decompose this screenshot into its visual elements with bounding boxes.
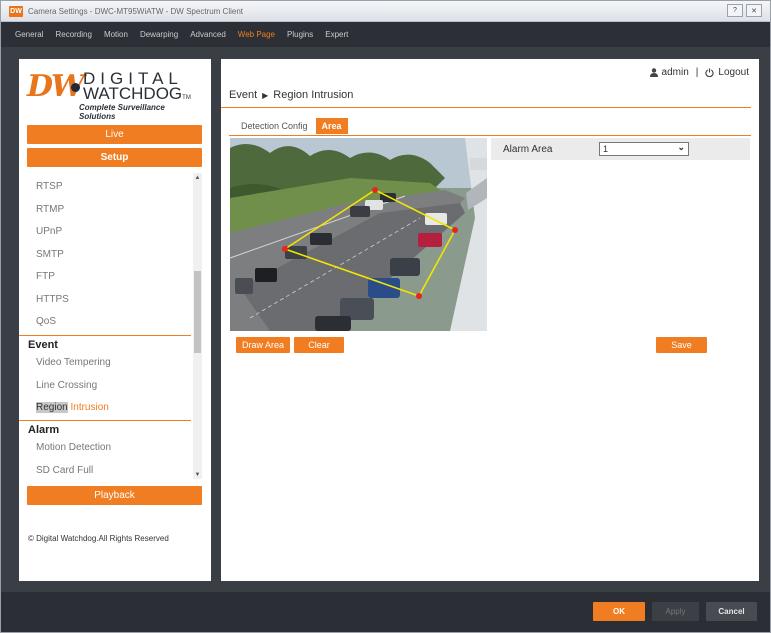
menu-motion[interactable]: Motion xyxy=(104,30,128,39)
menu-dewarping[interactable]: Dewarping xyxy=(140,30,178,39)
close-button[interactable]: ✕ xyxy=(746,4,762,17)
sidebar: DW DIGITAL WATCHDOGTM Complete Surveilla… xyxy=(19,59,211,581)
menu-web-page[interactable]: Web Page xyxy=(238,30,275,39)
logo-line2: WATCHDOGTM xyxy=(83,84,191,103)
breadcrumb: Event ▶ Region Intrusion xyxy=(229,89,353,101)
camera-preview[interactable] xyxy=(230,138,487,331)
setup-nav-list: RTSP RTMP UPnP SMTP FTP HTTPS QoS Event … xyxy=(19,173,194,479)
title-bar: DW Camera Settings - DWC-MT95WiATW - DW … xyxy=(1,1,770,22)
nav-item-line-crossing[interactable]: Line Crossing xyxy=(36,380,97,391)
app-logo-icon: DW xyxy=(9,5,23,17)
nav-item-region-intrusion[interactable]: Region Intrusion xyxy=(36,402,109,413)
scroll-thumb[interactable] xyxy=(194,271,201,353)
logo-tagline: Complete Surveillance Solutions xyxy=(79,103,165,121)
power-icon[interactable] xyxy=(705,68,715,77)
window-title: Camera Settings - DWC-MT95WiATW - DW Spe… xyxy=(28,6,243,16)
tab-bar: Detection Config Area xyxy=(233,118,348,134)
content-area: DW DIGITAL WATCHDOGTM Complete Surveilla… xyxy=(9,47,762,592)
user-icon xyxy=(649,68,658,77)
nav-item-rtsp[interactable]: RTSP xyxy=(36,181,63,192)
cancel-button[interactable]: Cancel xyxy=(706,602,757,621)
tab-detection-config[interactable]: Detection Config xyxy=(233,118,316,134)
save-button[interactable]: Save xyxy=(656,337,707,353)
nav-item-region-part: Region xyxy=(36,402,68,413)
tab-area[interactable]: Area xyxy=(315,118,348,134)
alarm-area-select[interactable]: 1 ⌄ xyxy=(599,142,689,156)
scroll-down-arrow-icon[interactable]: ▼ xyxy=(193,470,202,479)
nav-item-https[interactable]: HTTPS xyxy=(36,294,69,305)
alarm-area-label: Alarm Area xyxy=(503,143,553,155)
menu-expert[interactable]: Expert xyxy=(325,30,348,39)
user-area: admin | Logout xyxy=(649,67,749,78)
breadcrumb-parent: Event xyxy=(229,89,258,101)
scroll-up-arrow-icon[interactable]: ▲ xyxy=(193,173,202,182)
sidebar-scrollbar[interactable]: ▲ ▼ xyxy=(193,173,202,479)
nav-item-rtmp[interactable]: RTMP xyxy=(36,204,64,215)
alarm-area-value: 1 xyxy=(603,144,609,154)
menu-recording[interactable]: Recording xyxy=(55,30,91,39)
breadcrumb-underline xyxy=(221,107,751,108)
copyright-text: © Digital Watchdog.All Rights Reserved xyxy=(28,534,169,543)
username-link[interactable]: admin xyxy=(662,67,689,78)
menu-general[interactable]: General xyxy=(15,30,43,39)
settings-menu-bar: General Recording Motion Dewarping Advan… xyxy=(1,22,770,47)
menu-advanced[interactable]: Advanced xyxy=(190,30,226,39)
ok-button[interactable]: OK xyxy=(593,602,645,621)
live-button[interactable]: Live xyxy=(27,125,202,144)
logo-dot xyxy=(71,83,80,92)
setup-button[interactable]: Setup xyxy=(27,148,202,167)
breadcrumb-arrow-icon: ▶ xyxy=(262,90,269,100)
chevron-down-icon: ⌄ xyxy=(677,141,685,152)
nav-heading-alarm: Alarm xyxy=(28,424,60,436)
nav-item-qos[interactable]: QoS xyxy=(36,316,56,327)
nav-divider xyxy=(19,335,191,336)
tab-underline xyxy=(229,135,751,136)
draw-area-button[interactable]: Draw Area xyxy=(236,337,290,353)
breadcrumb-current: Region Intrusion xyxy=(273,89,354,101)
nav-item-intrusion-part: Intrusion xyxy=(70,402,109,413)
nav-item-motion-detection[interactable]: Motion Detection xyxy=(36,442,111,453)
clear-button[interactable]: Clear xyxy=(294,337,344,353)
nav-divider xyxy=(19,420,191,421)
nav-item-ftp[interactable]: FTP xyxy=(36,271,55,282)
logo-trademark: TM xyxy=(182,95,191,101)
camera-preview-image xyxy=(230,138,487,331)
alarm-area-row: Alarm Area 1 ⌄ xyxy=(491,138,750,160)
nav-item-video-tempering[interactable]: Video Tempering xyxy=(36,357,111,368)
nav-item-upnp[interactable]: UPnP xyxy=(36,226,62,237)
dialog-footer: OK Apply Cancel xyxy=(1,592,770,632)
digital-watchdog-logo: DW DIGITAL WATCHDOGTM Complete Surveilla… xyxy=(27,69,203,121)
header-separator: | xyxy=(695,67,699,78)
playback-button[interactable]: Playback xyxy=(27,486,202,505)
apply-button[interactable]: Apply xyxy=(652,602,699,621)
menu-plugins[interactable]: Plugins xyxy=(287,30,313,39)
nav-heading-event: Event xyxy=(28,339,58,351)
main-panel: admin | Logout Event ▶ Region Intrusion … xyxy=(221,59,759,581)
nav-item-sd-card-full[interactable]: SD Card Full xyxy=(36,465,93,476)
nav-item-smtp[interactable]: SMTP xyxy=(36,249,64,260)
help-button[interactable]: ? xyxy=(727,4,743,17)
camera-settings-window: DW Camera Settings - DWC-MT95WiATW - DW … xyxy=(0,0,771,633)
logout-link[interactable]: Logout xyxy=(718,67,749,78)
